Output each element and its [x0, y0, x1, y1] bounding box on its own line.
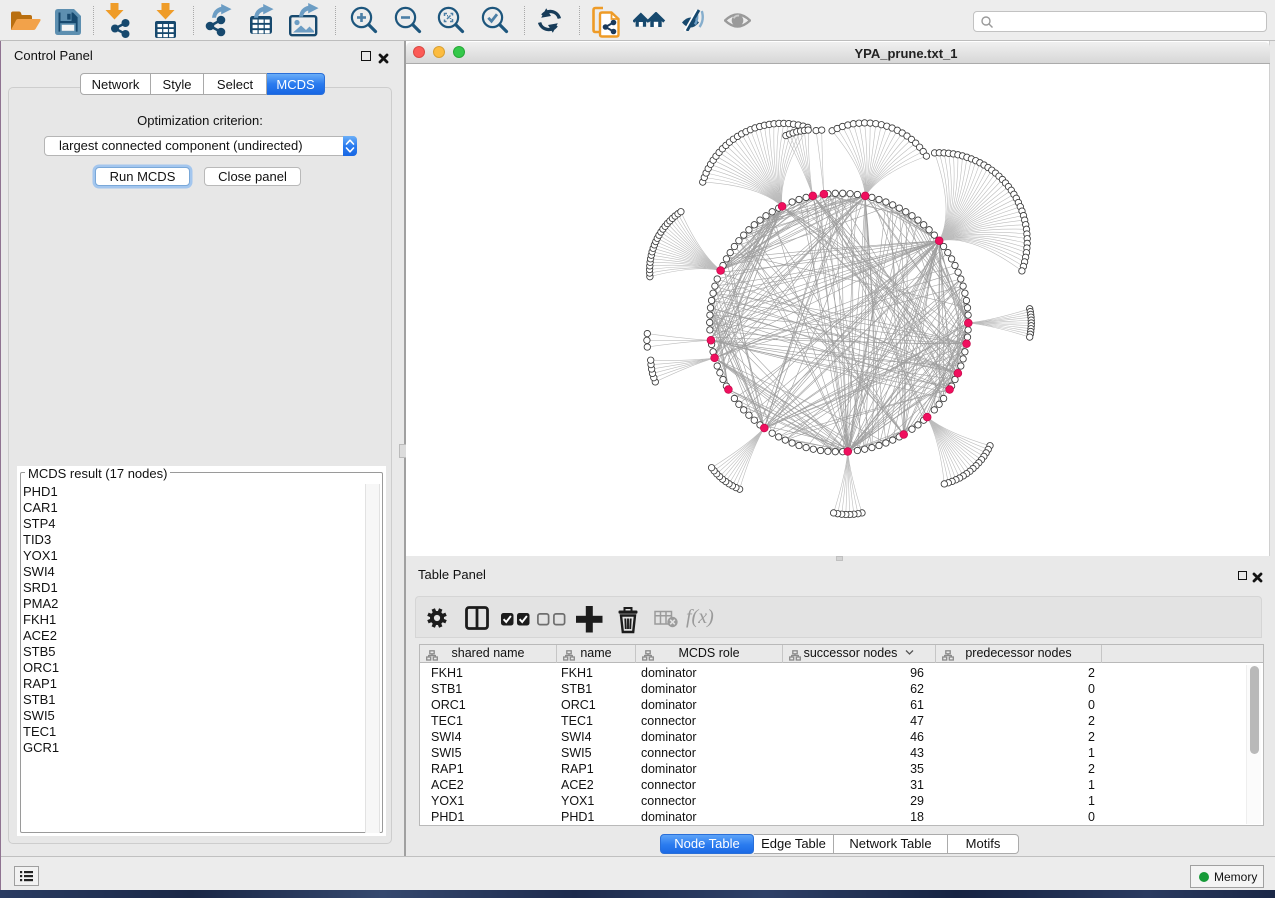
svg-text:f(x): f(x)	[686, 606, 714, 628]
